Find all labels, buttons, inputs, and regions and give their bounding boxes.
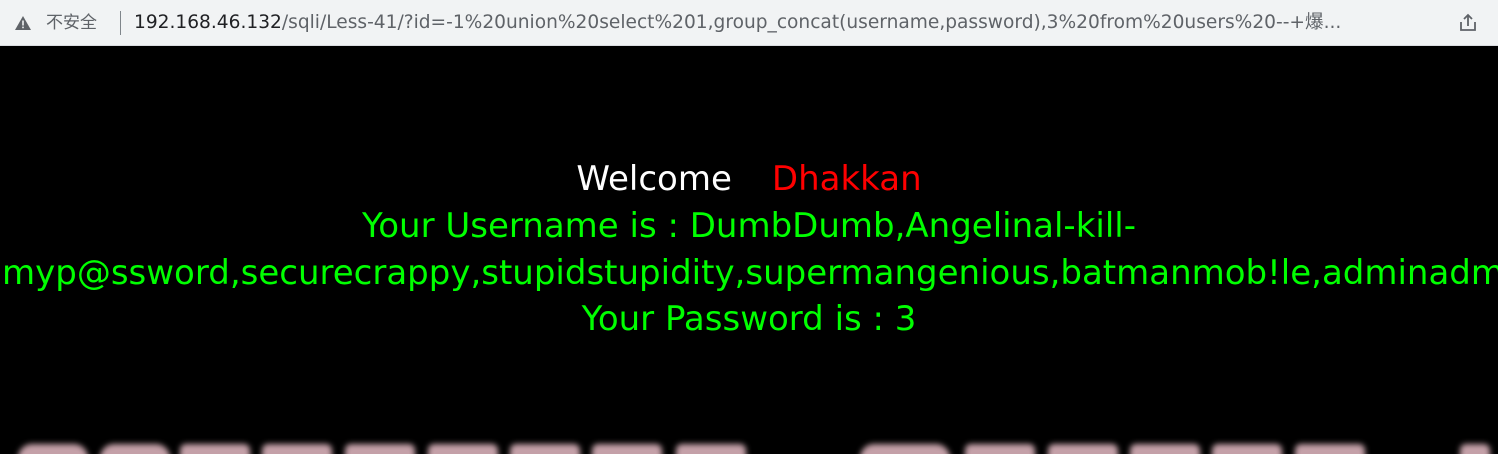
welcome-label: Welcome [576, 159, 732, 199]
password-result-line: Your Password is : 3 [581, 299, 917, 339]
share-icon[interactable] [1457, 12, 1479, 34]
username-result-line-1: Your Username is : DumbDumb,Angelinal-ki… [361, 206, 1136, 246]
page-content: Welcome Dhakkan Your Username is : DumbDu… [0, 46, 1498, 454]
divider [120, 11, 121, 35]
url-field[interactable]: 192.168.46.132/sqli/Less-41/?id=-1%20uni… [134, 11, 1434, 35]
security-status-label[interactable]: 不安全 [46, 12, 97, 34]
url-host: 192.168.46.132 [134, 12, 282, 33]
address-bar[interactable]: 不安全 192.168.46.132/sqli/Less-41/?id=-1%2… [0, 0, 1498, 46]
welcome-line: Welcome Dhakkan [0, 156, 1498, 202]
username-result-line-2: myp@ssword,securecrappy,stupidstupidity,… [2, 253, 1498, 293]
welcome-name: Dhakkan [771, 159, 922, 199]
decorative-banner-image [18, 444, 1490, 454]
url-path: /sqli/Less-41/?id=-1%20union%20select%20… [281, 12, 1342, 33]
warning-triangle-icon[interactable] [14, 14, 32, 32]
